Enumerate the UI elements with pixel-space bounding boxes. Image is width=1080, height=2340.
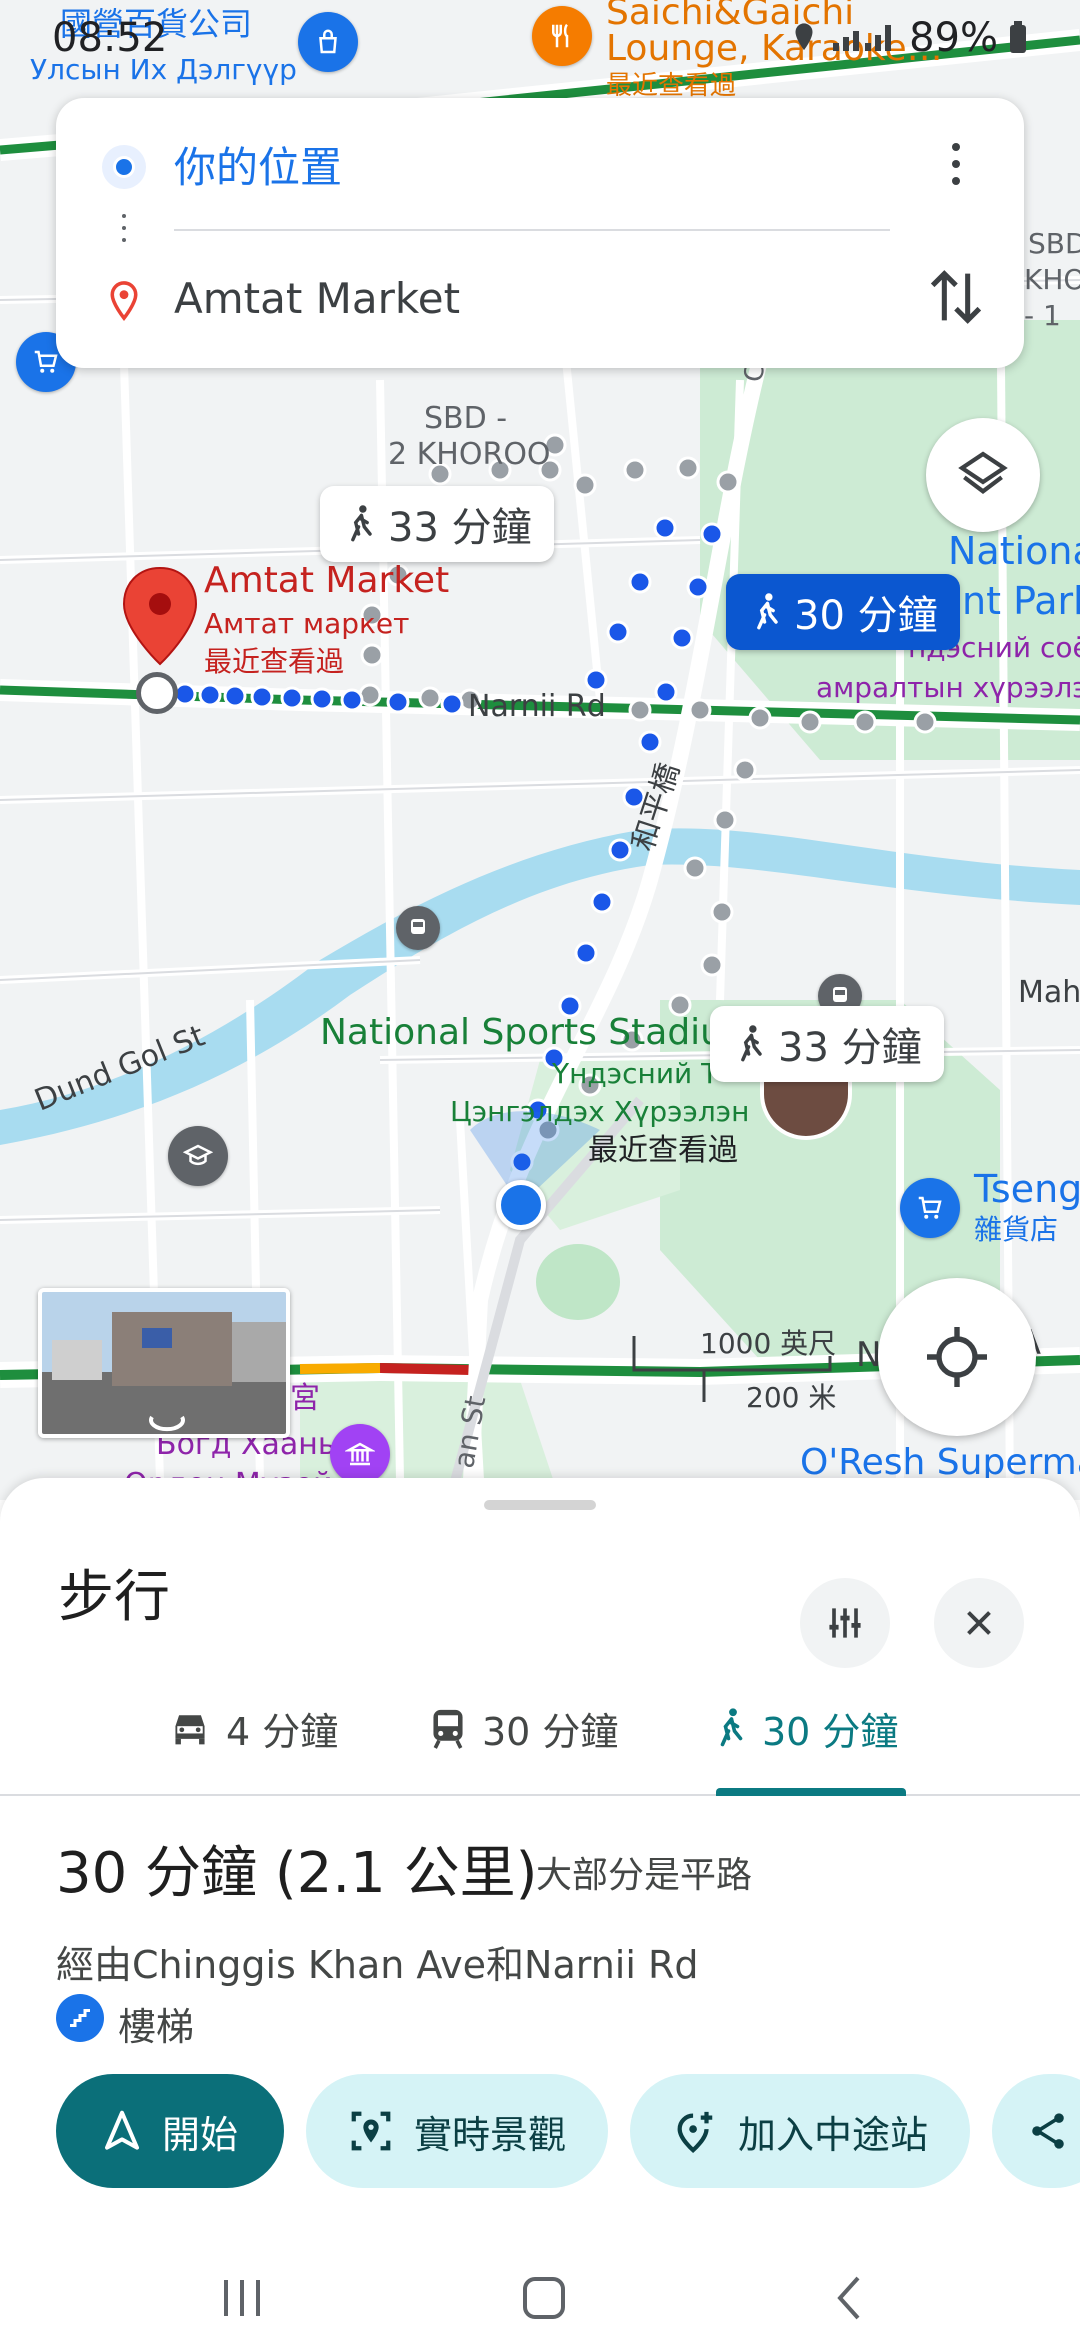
route-option-alt-2[interactable]: 33 分鐘 (710, 1006, 944, 1082)
stadium-label: National Sports Stadiu (320, 1012, 723, 1053)
route-input-card: 你的位置 Amtat Market (56, 98, 1024, 368)
travel-mode-tabs: 4 分鐘 30 分鐘 30 分鐘 (0, 1678, 1080, 1796)
street-view-image (42, 1292, 286, 1434)
scale-meters: 200 米 (746, 1381, 837, 1414)
walk-icon (757, 593, 778, 630)
destination-label: Amtat Market (204, 560, 450, 601)
park-label-mn-2: амралтын хүрээлэн (816, 671, 1080, 704)
tab-transit-label: 30 分鐘 (482, 1709, 619, 1754)
narnii-road-label: Narnii Rd (468, 689, 606, 724)
destination-point (136, 672, 178, 714)
close-icon (967, 1611, 991, 1635)
tab-driving[interactable]: 4 分鐘 (168, 1696, 338, 1760)
car-icon (175, 1715, 205, 1745)
battery-level: 89% (909, 15, 998, 61)
navigation-arrow-icon (104, 2110, 139, 2150)
live-view-label: 實時景觀 (413, 2112, 566, 2157)
add-stop-button[interactable]: 加入中途站 (630, 2074, 970, 2188)
my-location-dot (496, 1180, 546, 1230)
tab-walking-label: 30 分鐘 (762, 1709, 899, 1754)
destination-pin-small-icon (110, 281, 138, 321)
bus-stop-icon[interactable] (396, 906, 440, 950)
park-label: National (948, 529, 1080, 573)
tab-transit[interactable]: 30 分鐘 (428, 1696, 618, 1760)
live-view-button[interactable]: 實時景觀 (306, 2074, 608, 2188)
status-bar: 08:52 89% (0, 0, 1080, 76)
route-alt-2-time: 33 分鐘 (778, 1025, 922, 1071)
stadium-label-mn: Үндэсний Т (552, 1057, 719, 1090)
status-time: 08:52 (52, 15, 168, 61)
destination-label-mn: Амтат маркет (204, 607, 410, 640)
my-location-button[interactable] (878, 1278, 1036, 1436)
map-view[interactable]: 國營百貨公司 Улсын Их Дэлгүүр Saichi&Gaichi Lo… (0, 0, 1080, 1500)
swap-icon[interactable] (924, 262, 988, 332)
street-view-thumbnail[interactable] (38, 1288, 290, 1438)
system-nav-bar (0, 2240, 1080, 2340)
close-button[interactable] (934, 1578, 1024, 1668)
train-icon (433, 1709, 463, 1749)
home-icon[interactable] (520, 2274, 568, 2322)
recent-apps-icon[interactable] (218, 2276, 266, 2320)
add-stop-label: 加入中途站 (737, 2112, 928, 2157)
museum-poi-icon[interactable] (330, 1424, 390, 1484)
card-divider (174, 229, 890, 231)
crosshair-icon (927, 1327, 987, 1387)
route-summary-note: 大部分是平路 (536, 1855, 753, 1896)
route-option-selected[interactable]: 30 分鐘 (726, 574, 960, 650)
scale-feet: 1000 英尺 (700, 1327, 837, 1360)
route-summary-time: 30 分鐘 (2.1 公里) (56, 1841, 538, 1906)
location-status-icon (795, 23, 813, 51)
route-via: 經由Chinggis Khan Ave和Narnii Rd (56, 1943, 699, 1987)
origin-field[interactable]: 你的位置 (174, 134, 342, 195)
start-button[interactable]: 開始 (56, 2074, 284, 2188)
layers-icon (958, 451, 1008, 494)
route-dots-connector (122, 214, 126, 218)
tab-walking[interactable]: 30 分鐘 (712, 1696, 898, 1760)
battery-icon (1010, 21, 1026, 53)
destination-pin-icon[interactable] (120, 564, 200, 674)
back-icon[interactable] (830, 2274, 870, 2322)
sbd-label: SBD (1028, 227, 1080, 260)
sheet-drag-handle[interactable] (484, 1500, 596, 1510)
tab-driving-label: 4 分鐘 (226, 1709, 339, 1754)
route-options-button[interactable] (800, 1578, 890, 1668)
walk-icon (351, 505, 372, 542)
active-tab-indicator (716, 1788, 906, 1796)
destination-recent: 最近查看過 (204, 645, 345, 678)
share-button[interactable] (992, 2074, 1080, 2188)
school-poi-icon[interactable] (168, 1126, 228, 1186)
walk-icon (741, 1025, 762, 1062)
stairs-icon (56, 1994, 104, 2042)
park-label-2: nt Park (962, 579, 1080, 623)
tune-icon (829, 1608, 861, 1638)
grocery-poi-icon[interactable] (900, 1178, 960, 1238)
route-alt-1-time: 33 分鐘 (388, 505, 532, 551)
tseng-sub-label: 雜貨店 (974, 1213, 1059, 1246)
layers-button[interactable] (926, 418, 1040, 532)
route-selected-time: 30 分鐘 (794, 593, 938, 639)
share-icon (1032, 2113, 1064, 2149)
stadium-recent: 最近查看過 (588, 1133, 738, 1168)
status-right: 89% (789, 15, 1028, 61)
sheet-title: 步行 (58, 1565, 170, 1630)
sbd-center-label: SBD - (424, 401, 508, 436)
directions-sheet: 步行 4 分鐘 30 分鐘 30 分鐘 30 分鐘 (2.1 公里) 大部分是平… (0, 1478, 1080, 2340)
signal-icon (833, 25, 892, 51)
destination-field[interactable]: Amtat Market (174, 274, 460, 323)
start-button-label: 開始 (161, 2112, 238, 2157)
palace-label: 宮 (290, 1381, 320, 1416)
walk-icon (720, 1708, 743, 1747)
origin-dot-icon (102, 145, 146, 189)
stadium-label-mn-2: Цэнгэлдэх Хүрээлэн (450, 1095, 750, 1128)
sbd-label-3: - 1 (1024, 299, 1061, 332)
add-location-icon (677, 2111, 713, 2153)
stairs-label: 樓梯 (118, 2005, 195, 2049)
more-options-button[interactable] (928, 136, 984, 192)
maha-label: Maha (1018, 975, 1080, 1010)
live-view-icon (351, 2111, 391, 2151)
route-option-alt-1[interactable]: 33 分鐘 (320, 486, 554, 562)
khoroo-label: 2 KHOROO (388, 437, 551, 472)
sbd-label-2: KHO (1024, 263, 1080, 296)
tseng-label: Tseng (974, 1167, 1080, 1211)
